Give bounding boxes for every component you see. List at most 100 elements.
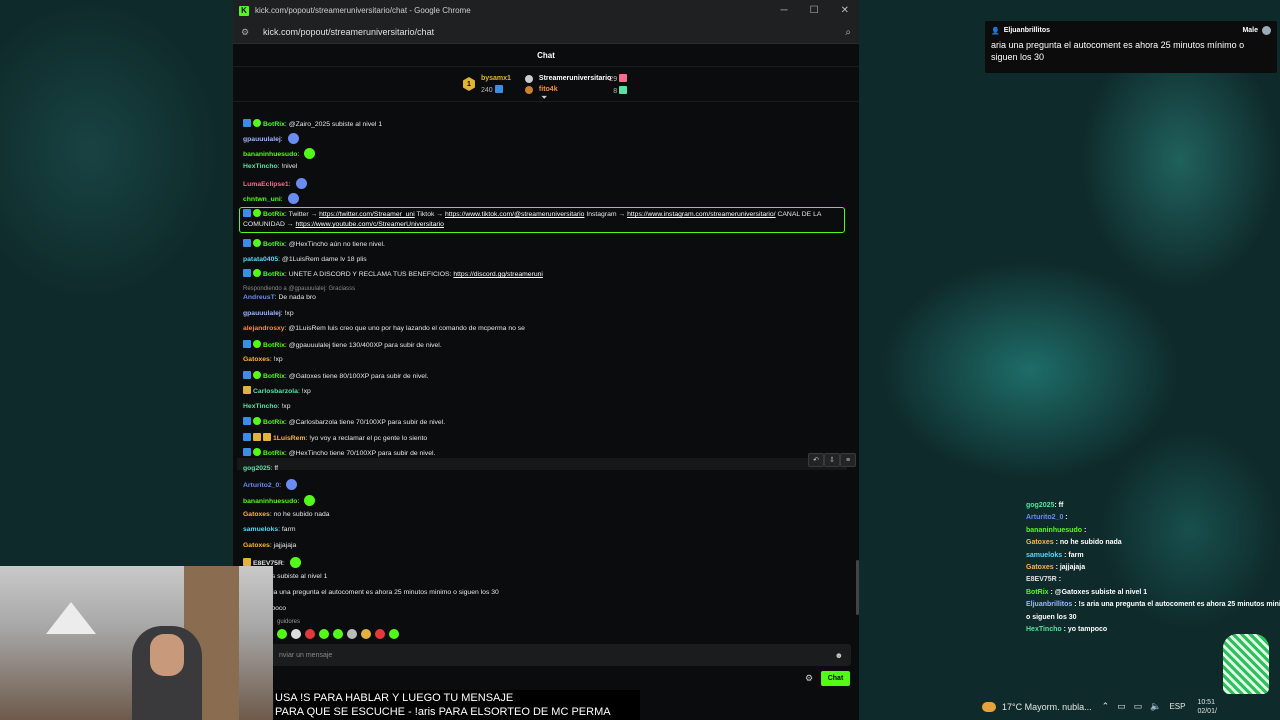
chat-message[interactable]: BotRix: @HexTincho aún no tiene nivel. bbox=[243, 239, 385, 250]
chat-message[interactable]: HexTincho: !xp bbox=[243, 402, 290, 412]
chat-username[interactable]: chntwn_uni bbox=[243, 196, 281, 203]
chat-link[interactable]: https://discord.gg/streameruni bbox=[453, 271, 543, 278]
chat-username[interactable]: HexTincho bbox=[243, 403, 278, 410]
instagram-link[interactable]: https://www.instagram.com/streameruniver… bbox=[627, 211, 775, 218]
chat-message[interactable]: BotRix: @Gatoxes tiene 80/100XP para sub… bbox=[243, 371, 428, 382]
tray-chevron-icon[interactable]: ⌃ bbox=[1102, 701, 1110, 712]
chat-username[interactable]: alejandrosxy bbox=[243, 325, 285, 332]
chat-message[interactable]: BotRix: UNETE A DISCORD Y RECLAMA TUS BE… bbox=[243, 269, 543, 280]
chat-username[interactable]: BotRix bbox=[263, 121, 285, 128]
softbox-lamp bbox=[46, 602, 96, 634]
minimize-icon[interactable]: ─ bbox=[781, 5, 788, 16]
network-icon[interactable]: ▭ bbox=[1134, 701, 1143, 712]
chat-username[interactable]: Gatoxes bbox=[243, 542, 270, 549]
chat-message[interactable]: AndreusT: De nada bro bbox=[243, 293, 316, 303]
chat-message[interactable]: BotRix: @Zairo_2025 subiste al nivel 1 bbox=[243, 119, 382, 130]
emote-icon[interactable] bbox=[319, 629, 329, 639]
blue-badge-icon bbox=[243, 239, 251, 247]
chat-message[interactable]: Gatoxes: jajjajaja bbox=[243, 541, 296, 551]
chat-message[interactable]: bananinhuesudo: bbox=[243, 148, 316, 160]
chat-username[interactable]: BotRix bbox=[263, 373, 285, 380]
chat-username[interactable]: Gatoxes bbox=[243, 511, 270, 518]
chat-username[interactable]: samueloks bbox=[243, 526, 278, 533]
chat-message[interactable]: Carlosbarzola: !xp bbox=[243, 386, 311, 397]
more-icon[interactable]: ≡ bbox=[840, 453, 856, 467]
maximize-icon[interactable]: ☐ bbox=[810, 5, 819, 16]
weather-text[interactable]: 17°C Mayorm. nubla... bbox=[1002, 702, 1092, 712]
pin-icon[interactable]: ⇩ bbox=[824, 453, 840, 467]
chat-username[interactable]: bananinhuesudo bbox=[243, 151, 297, 158]
chat-message[interactable]: bananinhuesudo: bbox=[243, 495, 316, 507]
chat-username[interactable]: patata0405 bbox=[243, 256, 278, 263]
url-text[interactable]: kick.com/popout/streameruniversitario/ch… bbox=[263, 27, 434, 37]
emote-icon[interactable] bbox=[333, 629, 343, 639]
chat-message[interactable]: BotRix: @gpauuulalej tiene 130/400XP par… bbox=[243, 340, 442, 351]
chat-message[interactable]: samueloks: farm bbox=[243, 525, 296, 535]
chat-settings-icon[interactable]: ⚙ bbox=[805, 673, 813, 684]
chat-username[interactable]: BotRix bbox=[263, 419, 285, 426]
chat-message[interactable]: Arturito2_0: bbox=[243, 479, 298, 491]
chat-username[interactable]: Carlosbarzola bbox=[253, 388, 298, 395]
chat-message[interactable]: gog2025: ff bbox=[243, 464, 278, 474]
chat-username[interactable]: BotRix bbox=[263, 342, 285, 349]
clock-date[interactable]: 02/01/ bbox=[1197, 707, 1216, 716]
chat-message[interactable]: patata0405: @1LuisRem dame lv 18 plis bbox=[243, 255, 367, 265]
reply-icon[interactable]: ↶ bbox=[808, 453, 824, 467]
emote-icon[interactable] bbox=[291, 629, 301, 639]
emote-icon[interactable] bbox=[277, 629, 287, 639]
chat-username[interactable]: BotRix bbox=[263, 241, 285, 248]
leader-second-name[interactable]: Streameruniversitario bbox=[539, 75, 611, 82]
chat-message[interactable]: gpauuulalej: bbox=[243, 133, 299, 145]
clock-time[interactable]: 10:51 bbox=[1197, 698, 1216, 707]
close-icon[interactable]: ✕ bbox=[841, 5, 849, 16]
leader-first-name[interactable]: bysamx1 bbox=[481, 75, 511, 82]
chat-message[interactable]: 1LuisRem: !yo voy a reclamar el pc gente… bbox=[243, 433, 427, 444]
overlay-text: : @Gatoxes subiste al nivel 1 bbox=[1048, 588, 1148, 596]
chat-message[interactable]: BotRix: @HexTincho tiene 70/100XP para s… bbox=[243, 448, 435, 459]
emoji-picker-icon[interactable]: ☻ bbox=[835, 651, 843, 660]
chat-message[interactable]: LumaEclipse1: bbox=[243, 178, 307, 190]
chat-message[interactable]: alejandrosxy: @1LuisRem luis creo que un… bbox=[243, 324, 525, 334]
pinned-bot-message[interactable]: BotRix: Twitter → https://twitter.com/St… bbox=[243, 209, 843, 230]
chat-username[interactable]: HexTincho bbox=[243, 163, 278, 170]
address-bar[interactable]: ⚙ kick.com/popout/streameruniversitario/… bbox=[233, 21, 859, 44]
chat-username[interactable]: gpauuulalej bbox=[243, 310, 281, 317]
chat-username[interactable]: LumaEclipse1 bbox=[243, 181, 289, 188]
emote-icon[interactable] bbox=[375, 629, 385, 639]
youtube-link[interactable]: https://www.youtube.com/c/StreamerUniver… bbox=[296, 221, 444, 228]
chat-username[interactable]: BotRix bbox=[263, 271, 285, 278]
emote-icon[interactable] bbox=[389, 629, 399, 639]
tray-icon[interactable]: ▭ bbox=[1117, 701, 1126, 712]
chat-message[interactable]: Gatoxes: !xp bbox=[243, 355, 283, 365]
language-indicator[interactable]: ESP bbox=[1169, 702, 1185, 711]
chat-username[interactable]: bananinhuesudo bbox=[243, 498, 297, 505]
chat-username[interactable]: gog2025 bbox=[243, 465, 271, 472]
chat-username[interactable]: gpauuulalej bbox=[243, 136, 281, 143]
chat-username[interactable]: BotRix bbox=[263, 211, 285, 218]
tiktok-link[interactable]: https://www.tiktok.com/@streameruniversi… bbox=[445, 211, 584, 218]
chat-message[interactable]: chntwn_uni: bbox=[243, 193, 299, 205]
emote-icon[interactable] bbox=[361, 629, 371, 639]
search-icon[interactable]: ⌕ bbox=[845, 27, 851, 38]
expand-leaderboard-icon[interactable]: ⏷ bbox=[541, 93, 547, 103]
emote-icon[interactable] bbox=[347, 629, 357, 639]
site-settings-icon[interactable]: ⚙ bbox=[241, 27, 251, 38]
chat-username[interactable]: Gatoxes bbox=[243, 356, 270, 363]
chat-message[interactable]: BotRix: @Carlosbarzola tiene 70/100XP pa… bbox=[243, 417, 445, 428]
chat-input[interactable]: nviar un mensaje ☻ bbox=[243, 644, 851, 666]
leader-third-name[interactable]: fito4k bbox=[539, 86, 558, 93]
chat-message[interactable]: Gatoxes: no he subido nada bbox=[243, 510, 330, 520]
emote-icon[interactable] bbox=[305, 629, 315, 639]
chat-username[interactable]: AndreusT bbox=[243, 294, 275, 301]
chat-message[interactable]: ltos: !s aria una pregunta el autocoment… bbox=[243, 588, 499, 598]
chat-username[interactable]: BotRix bbox=[263, 450, 285, 457]
chat-text: CANAL DE LA bbox=[775, 211, 822, 218]
chat-username[interactable]: Arturito2_0 bbox=[243, 482, 279, 489]
chat-message[interactable]: HexTincho: !nivel bbox=[243, 162, 297, 172]
chat-username[interactable]: 1LuisRem bbox=[273, 435, 305, 442]
volume-icon[interactable]: 🔈 bbox=[1150, 701, 1161, 712]
chat-message[interactable]: gpauuulalej: !xp bbox=[243, 309, 294, 319]
scrollbar[interactable] bbox=[856, 560, 859, 615]
send-chat-button[interactable]: Chat bbox=[821, 671, 850, 686]
twitter-link[interactable]: https://twitter.com/Streamer_uni bbox=[319, 211, 415, 218]
